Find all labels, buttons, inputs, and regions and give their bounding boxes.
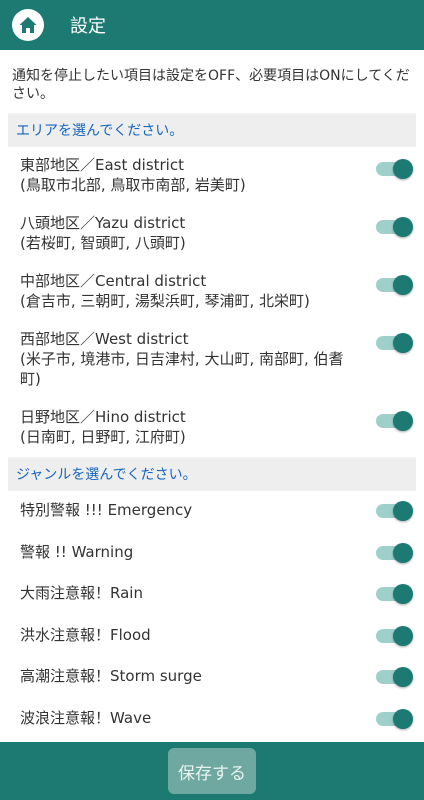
toggle-knob [393, 275, 413, 295]
area-item-name: 東部地区／East district [20, 156, 184, 174]
genre-item-name: 高潮注意報！Storm surge [20, 667, 202, 685]
genre-toggle-flood[interactable] [376, 625, 413, 646]
area-item-text: 中部地区／Central district (倉吉市, 三朝町, 湯梨浜町, 琴… [20, 271, 354, 311]
genre-list: 特別警報 !!! Emergency 警報 !! Warning 大雨注意報！R… [0, 491, 424, 740]
area-item-west[interactable]: 西部地区／West district (米子市, 境港市, 日吉津村, 大山町,… [0, 321, 424, 399]
area-item-name: 西部地区／West district [20, 330, 189, 348]
area-item-east[interactable]: 東部地区／East district (鳥取市北部, 鳥取市南部, 岩美町) [0, 147, 424, 205]
genre-toggle-wave[interactable] [376, 708, 413, 729]
genre-toggle-warning[interactable] [376, 542, 413, 563]
genre-item-warning[interactable]: 警報 !! Warning [0, 533, 424, 575]
genre-item-name: 警報 !! Warning [20, 542, 134, 561]
toggle-knob [393, 217, 413, 237]
home-button[interactable] [12, 9, 44, 41]
genre-item-rain[interactable]: 大雨注意報！Rain [0, 574, 424, 616]
genre-item-name: 波浪注意報！Wave [20, 708, 152, 727]
area-toggle-west[interactable] [376, 333, 413, 353]
save-button[interactable]: 保存する [168, 748, 256, 794]
toggle-knob [393, 501, 413, 521]
genre-item-name: 洪水注意報！Flood [20, 625, 151, 644]
genre-item-wave[interactable]: 波浪注意報！Wave [0, 699, 424, 741]
area-item-name: 日野地区／Hino district [20, 408, 186, 426]
app-header: 設定 [0, 0, 424, 50]
area-item-text: 東部地区／East district (鳥取市北部, 鳥取市南部, 岩美町) [20, 155, 354, 195]
area-toggle-yazu[interactable] [376, 217, 413, 237]
page-title: 設定 [70, 16, 106, 37]
area-item-text: 八頭地区／Yazu district (若桜町, 智頭町, 八頭町) [20, 213, 354, 253]
toggle-knob [393, 411, 413, 431]
area-section-header: エリアを選んでください。 [8, 113, 416, 147]
area-item-name: 八頭地区／Yazu district [20, 214, 186, 232]
toggle-knob [393, 584, 413, 604]
genre-item-flood[interactable]: 洪水注意報！Flood [0, 616, 424, 658]
area-item-text: 西部地区／West district (米子市, 境港市, 日吉津村, 大山町,… [20, 329, 354, 389]
genre-toggle-rain[interactable] [376, 584, 413, 604]
toggle-knob [393, 708, 413, 729]
toggle-knob [393, 333, 413, 353]
toggle-knob [393, 542, 413, 563]
genre-item-emergency[interactable]: 特別警報 !!! Emergency [0, 491, 424, 533]
area-item-name: 中部地区／Central district [20, 272, 207, 290]
toggle-knob [393, 667, 413, 687]
area-item-text: 日野地区／Hino district (日南町, 日野町, 江府町) [20, 407, 354, 447]
genre-toggle-emergency[interactable] [376, 501, 413, 521]
area-item-hino[interactable]: 日野地区／Hino district (日南町, 日野町, 江府町) [0, 399, 424, 457]
area-toggle-east[interactable] [376, 159, 413, 179]
area-toggle-central[interactable] [376, 275, 413, 295]
area-item-towns: (若桜町, 智頭町, 八頭町) [20, 234, 186, 252]
area-item-towns: (鳥取市北部, 鳥取市南部, 岩美町) [20, 176, 246, 194]
genre-toggle-storm-surge[interactable] [376, 667, 413, 687]
area-item-yazu[interactable]: 八頭地区／Yazu district (若桜町, 智頭町, 八頭町) [0, 205, 424, 263]
settings-content[interactable]: 通知を停止したい項目は設定をOFF、必要項目はONにしてください。 エリアを選ん… [0, 50, 424, 742]
area-item-towns: (倉吉市, 三朝町, 湯梨浜町, 琴浦町, 北栄町) [20, 292, 310, 310]
area-item-central[interactable]: 中部地区／Central district (倉吉市, 三朝町, 湯梨浜町, 琴… [0, 263, 424, 321]
genre-item-name: 特別警報 !!! Emergency [20, 501, 193, 519]
home-icon [19, 17, 37, 33]
area-item-towns: (米子市, 境港市, 日吉津村, 大山町, 南部町, 伯耆町) [20, 350, 344, 388]
toggle-knob [393, 159, 413, 179]
intro-text: 通知を停止したい項目は設定をOFF、必要項目はONにしてください。 [12, 68, 410, 102]
toggle-knob [393, 625, 413, 646]
genre-section-header: ジャンルを選んでください。 [8, 457, 416, 491]
area-toggle-hino[interactable] [376, 411, 413, 431]
genre-item-storm-surge[interactable]: 高潮注意報！Storm surge [0, 657, 424, 699]
area-item-towns: (日南町, 日野町, 江府町) [20, 428, 186, 446]
area-list: 東部地区／East district (鳥取市北部, 鳥取市南部, 岩美町) 八… [0, 147, 424, 457]
footer-bar: 保存する [0, 742, 424, 800]
genre-item-name: 大雨注意報！Rain [20, 584, 143, 602]
